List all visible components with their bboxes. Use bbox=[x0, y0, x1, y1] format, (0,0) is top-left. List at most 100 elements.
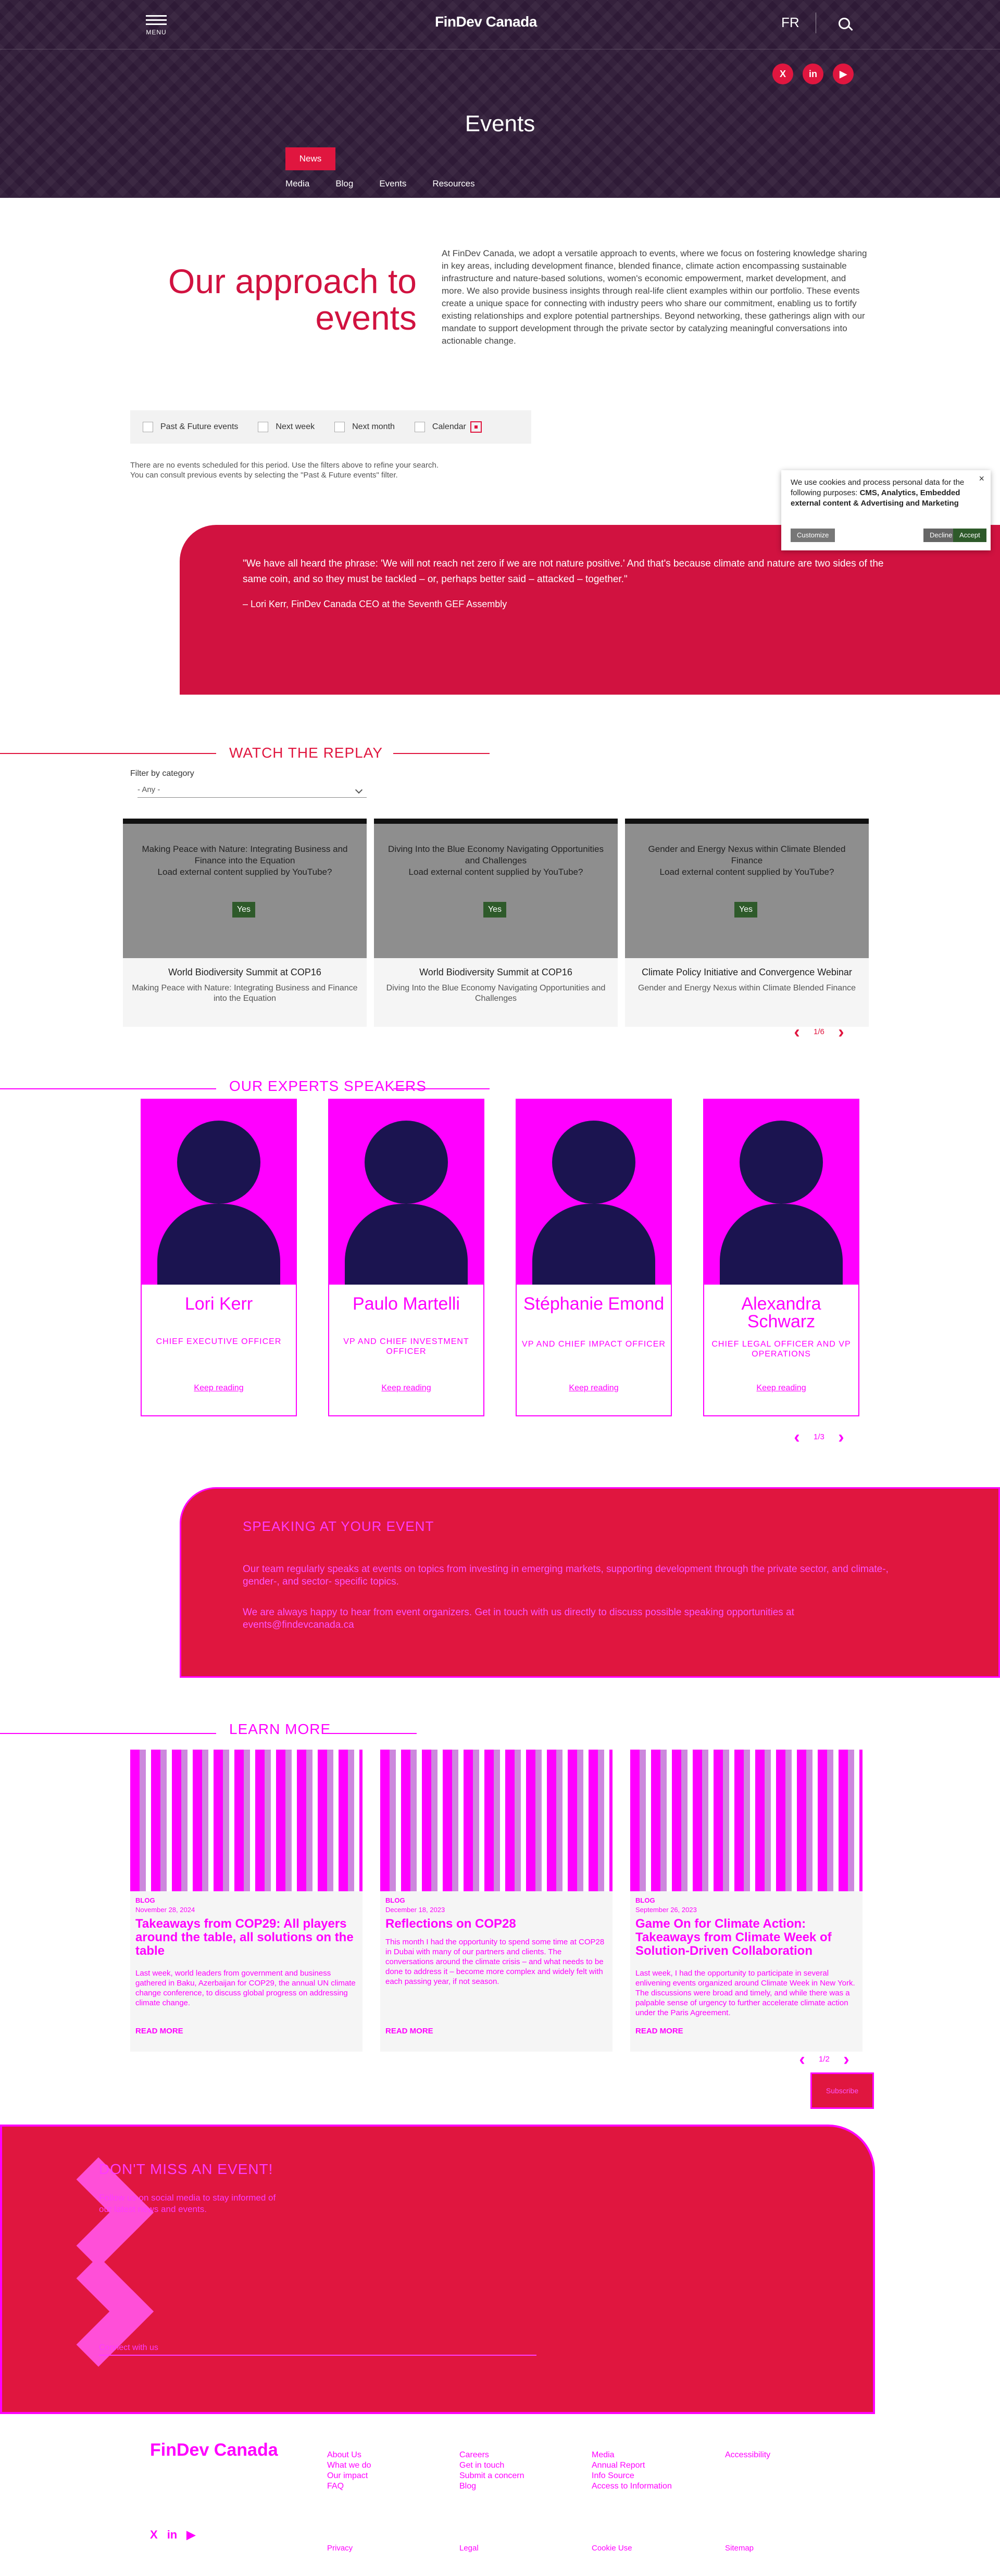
blog-card[interactable]: BLOG September 26, 2023 Game On for Clim… bbox=[630, 1750, 863, 2052]
footer-link[interactable]: Access to Information bbox=[592, 2481, 672, 2492]
speaker-card[interactable]: Paulo Martelli VP AND CHIEF INVESTMENT O… bbox=[328, 1099, 484, 1416]
video-thumbnail[interactable]: Making Peace with Nature: Integrating Bu… bbox=[123, 819, 367, 958]
close-icon[interactable]: × bbox=[979, 473, 984, 484]
menu-label: MENU bbox=[146, 29, 167, 36]
tab-blog[interactable]: Blog bbox=[335, 179, 353, 189]
keep-reading-link[interactable]: Keep reading bbox=[142, 1384, 296, 1393]
calendar-icon[interactable] bbox=[470, 421, 482, 433]
speaking-contact[interactable]: We are always happy to hear from event o… bbox=[243, 1606, 899, 1631]
keep-reading-link[interactable]: Keep reading bbox=[329, 1384, 483, 1393]
video-subtitle: Gender and Energy Nexus within Climate B… bbox=[638, 984, 856, 992]
checkbox[interactable] bbox=[334, 422, 345, 432]
page-indicator: 1/3 bbox=[814, 1432, 824, 1441]
footer-link[interactable]: Info Source bbox=[592, 2471, 672, 2481]
learn-pager: ‹ 1/2 › bbox=[792, 2049, 857, 2070]
cookie-banner: × We use cookies and process personal da… bbox=[781, 470, 991, 550]
load-video-button[interactable]: Yes bbox=[734, 902, 757, 918]
cookie-use-link[interactable]: Cookie Use bbox=[592, 2544, 632, 2553]
blog-image bbox=[130, 1750, 362, 1891]
prev-arrow-icon[interactable]: ‹ bbox=[792, 2049, 813, 2070]
prev-arrow-icon[interactable]: ‹ bbox=[786, 1427, 807, 1448]
footer-logo[interactable]: FinDev Canada bbox=[150, 2441, 278, 2459]
speaker-name: Lori Kerr bbox=[184, 1294, 253, 1314]
filter-next-month[interactable]: Next month bbox=[334, 422, 395, 432]
card-title[interactable]: Reflections on COP28 bbox=[385, 1917, 607, 1931]
replay-pager: ‹ 1/6 › bbox=[786, 1022, 852, 1042]
footer-link[interactable]: Media bbox=[592, 2450, 672, 2460]
card-excerpt: This month I had the opportunity to spen… bbox=[385, 1938, 605, 1986]
keep-reading-link[interactable]: Keep reading bbox=[517, 1384, 671, 1393]
quote-text: "We have all heard the phrase: 'We will … bbox=[243, 558, 884, 585]
youtube-icon[interactable]: ▶ bbox=[833, 64, 854, 84]
linkedin-icon[interactable]: in bbox=[803, 64, 823, 84]
next-arrow-icon[interactable]: › bbox=[831, 1022, 852, 1042]
accept-button[interactable]: Accept bbox=[953, 529, 986, 542]
card-title[interactable]: Game On for Climate Action: Takeaways fr… bbox=[635, 1917, 857, 1958]
tab-news[interactable]: News bbox=[285, 147, 335, 170]
footer-link[interactable]: Submit a concern bbox=[459, 2471, 524, 2481]
menu-button[interactable]: MENU bbox=[143, 12, 169, 39]
tab-media[interactable]: Media bbox=[285, 179, 309, 189]
read-more-link[interactable]: READ MORE bbox=[135, 2027, 183, 2035]
tab-resources[interactable]: Resources bbox=[432, 179, 474, 189]
newsletter-text: Follow us on social media to stay inform… bbox=[99, 2193, 276, 2214]
footer-link[interactable]: What we do bbox=[327, 2460, 371, 2471]
blog-card[interactable]: BLOG November 28, 2024 Takeaways from CO… bbox=[130, 1750, 362, 2052]
footer-link[interactable]: Annual Report bbox=[592, 2460, 672, 2471]
footer-link[interactable]: About Us bbox=[327, 2450, 371, 2460]
prev-arrow-icon[interactable]: ‹ bbox=[786, 1022, 807, 1042]
customize-button[interactable]: Customize bbox=[791, 529, 835, 542]
footer-link[interactable]: Get in touch bbox=[459, 2460, 524, 2471]
speaker-card[interactable]: Alexandra Schwarz CHIEF LEGAL OFFICER AN… bbox=[703, 1099, 859, 1416]
read-more-link[interactable]: READ MORE bbox=[635, 2027, 683, 2035]
category-select[interactable]: - Any - bbox=[138, 783, 367, 798]
card-type: BLOG bbox=[135, 1896, 155, 1904]
load-video-button[interactable]: Yes bbox=[483, 902, 506, 918]
card-title[interactable]: Takeaways from COP29: All players around… bbox=[135, 1917, 357, 1958]
footer-link[interactable]: Our impact bbox=[327, 2471, 371, 2481]
filter-past-future[interactable]: Past & Future events bbox=[143, 422, 238, 432]
checkbox[interactable] bbox=[258, 422, 269, 432]
x-icon[interactable]: X bbox=[150, 2528, 158, 2542]
speaker-photo bbox=[704, 1100, 858, 1285]
linkedin-icon[interactable]: in bbox=[167, 2528, 178, 2542]
sitemap-link[interactable]: Sitemap bbox=[725, 2544, 754, 2553]
legal-link[interactable]: Legal bbox=[459, 2544, 479, 2553]
video-card[interactable]: Making Peace with Nature: Integrating Bu… bbox=[123, 819, 367, 1027]
event-filters: Past & Future events Next week Next mont… bbox=[130, 410, 531, 444]
x-icon[interactable]: X bbox=[772, 64, 793, 84]
subscribe-button[interactable]: Subscribe bbox=[810, 2072, 874, 2109]
tab-events[interactable]: Events bbox=[379, 179, 406, 189]
youtube-icon[interactable]: ▶ bbox=[186, 2528, 195, 2542]
filter-next-week[interactable]: Next week bbox=[258, 422, 315, 432]
search-icon[interactable] bbox=[839, 18, 850, 29]
video-card[interactable]: Gender and Energy Nexus within Climate B… bbox=[625, 819, 869, 1027]
load-video-button[interactable]: Yes bbox=[232, 902, 255, 918]
video-thumbnail[interactable]: Gender and Energy Nexus within Climate B… bbox=[625, 819, 869, 958]
section-rule bbox=[393, 1088, 490, 1089]
next-arrow-icon[interactable]: › bbox=[831, 1427, 852, 1448]
footer-link[interactable]: Accessibility bbox=[725, 2450, 770, 2460]
card-type: BLOG bbox=[635, 1896, 655, 1904]
checkbox[interactable] bbox=[414, 422, 425, 432]
speakers-title: OUR EXPERTS SPEAKERS bbox=[229, 1078, 427, 1094]
blog-card[interactable]: BLOG December 18, 2023 Reflections on CO… bbox=[380, 1750, 612, 2052]
footer-link[interactable]: Careers bbox=[459, 2450, 524, 2460]
checkbox[interactable] bbox=[143, 422, 153, 432]
next-arrow-icon[interactable]: › bbox=[836, 2049, 857, 2070]
speaker-role: VP AND CHIEF IMPACT OFFICER bbox=[522, 1340, 666, 1349]
language-switch[interactable]: FR bbox=[781, 15, 799, 31]
speaker-card[interactable]: Stéphanie Emond VP AND CHIEF IMPACT OFFI… bbox=[516, 1099, 672, 1416]
video-card[interactable]: Diving Into the Blue Economy Navigating … bbox=[374, 819, 618, 1027]
read-more-link[interactable]: READ MORE bbox=[385, 2027, 433, 2035]
top-bar: MENU FinDev Canada FR bbox=[0, 0, 1000, 49]
footer-link[interactable]: Blog bbox=[459, 2481, 524, 2492]
keep-reading-link[interactable]: Keep reading bbox=[704, 1384, 858, 1393]
footer-link[interactable]: FAQ bbox=[327, 2481, 371, 2492]
video-thumbnail[interactable]: Diving Into the Blue Economy Navigating … bbox=[374, 819, 618, 958]
site-logo[interactable]: FinDev Canada bbox=[435, 14, 537, 30]
speaker-card[interactable]: Lori Kerr CHIEF EXECUTIVE OFFICER Keep r… bbox=[141, 1099, 297, 1416]
connect-field[interactable]: Connect with us bbox=[99, 2343, 536, 2356]
privacy-link[interactable]: Privacy bbox=[327, 2544, 353, 2553]
filter-calendar[interactable]: Calendar bbox=[414, 421, 482, 433]
